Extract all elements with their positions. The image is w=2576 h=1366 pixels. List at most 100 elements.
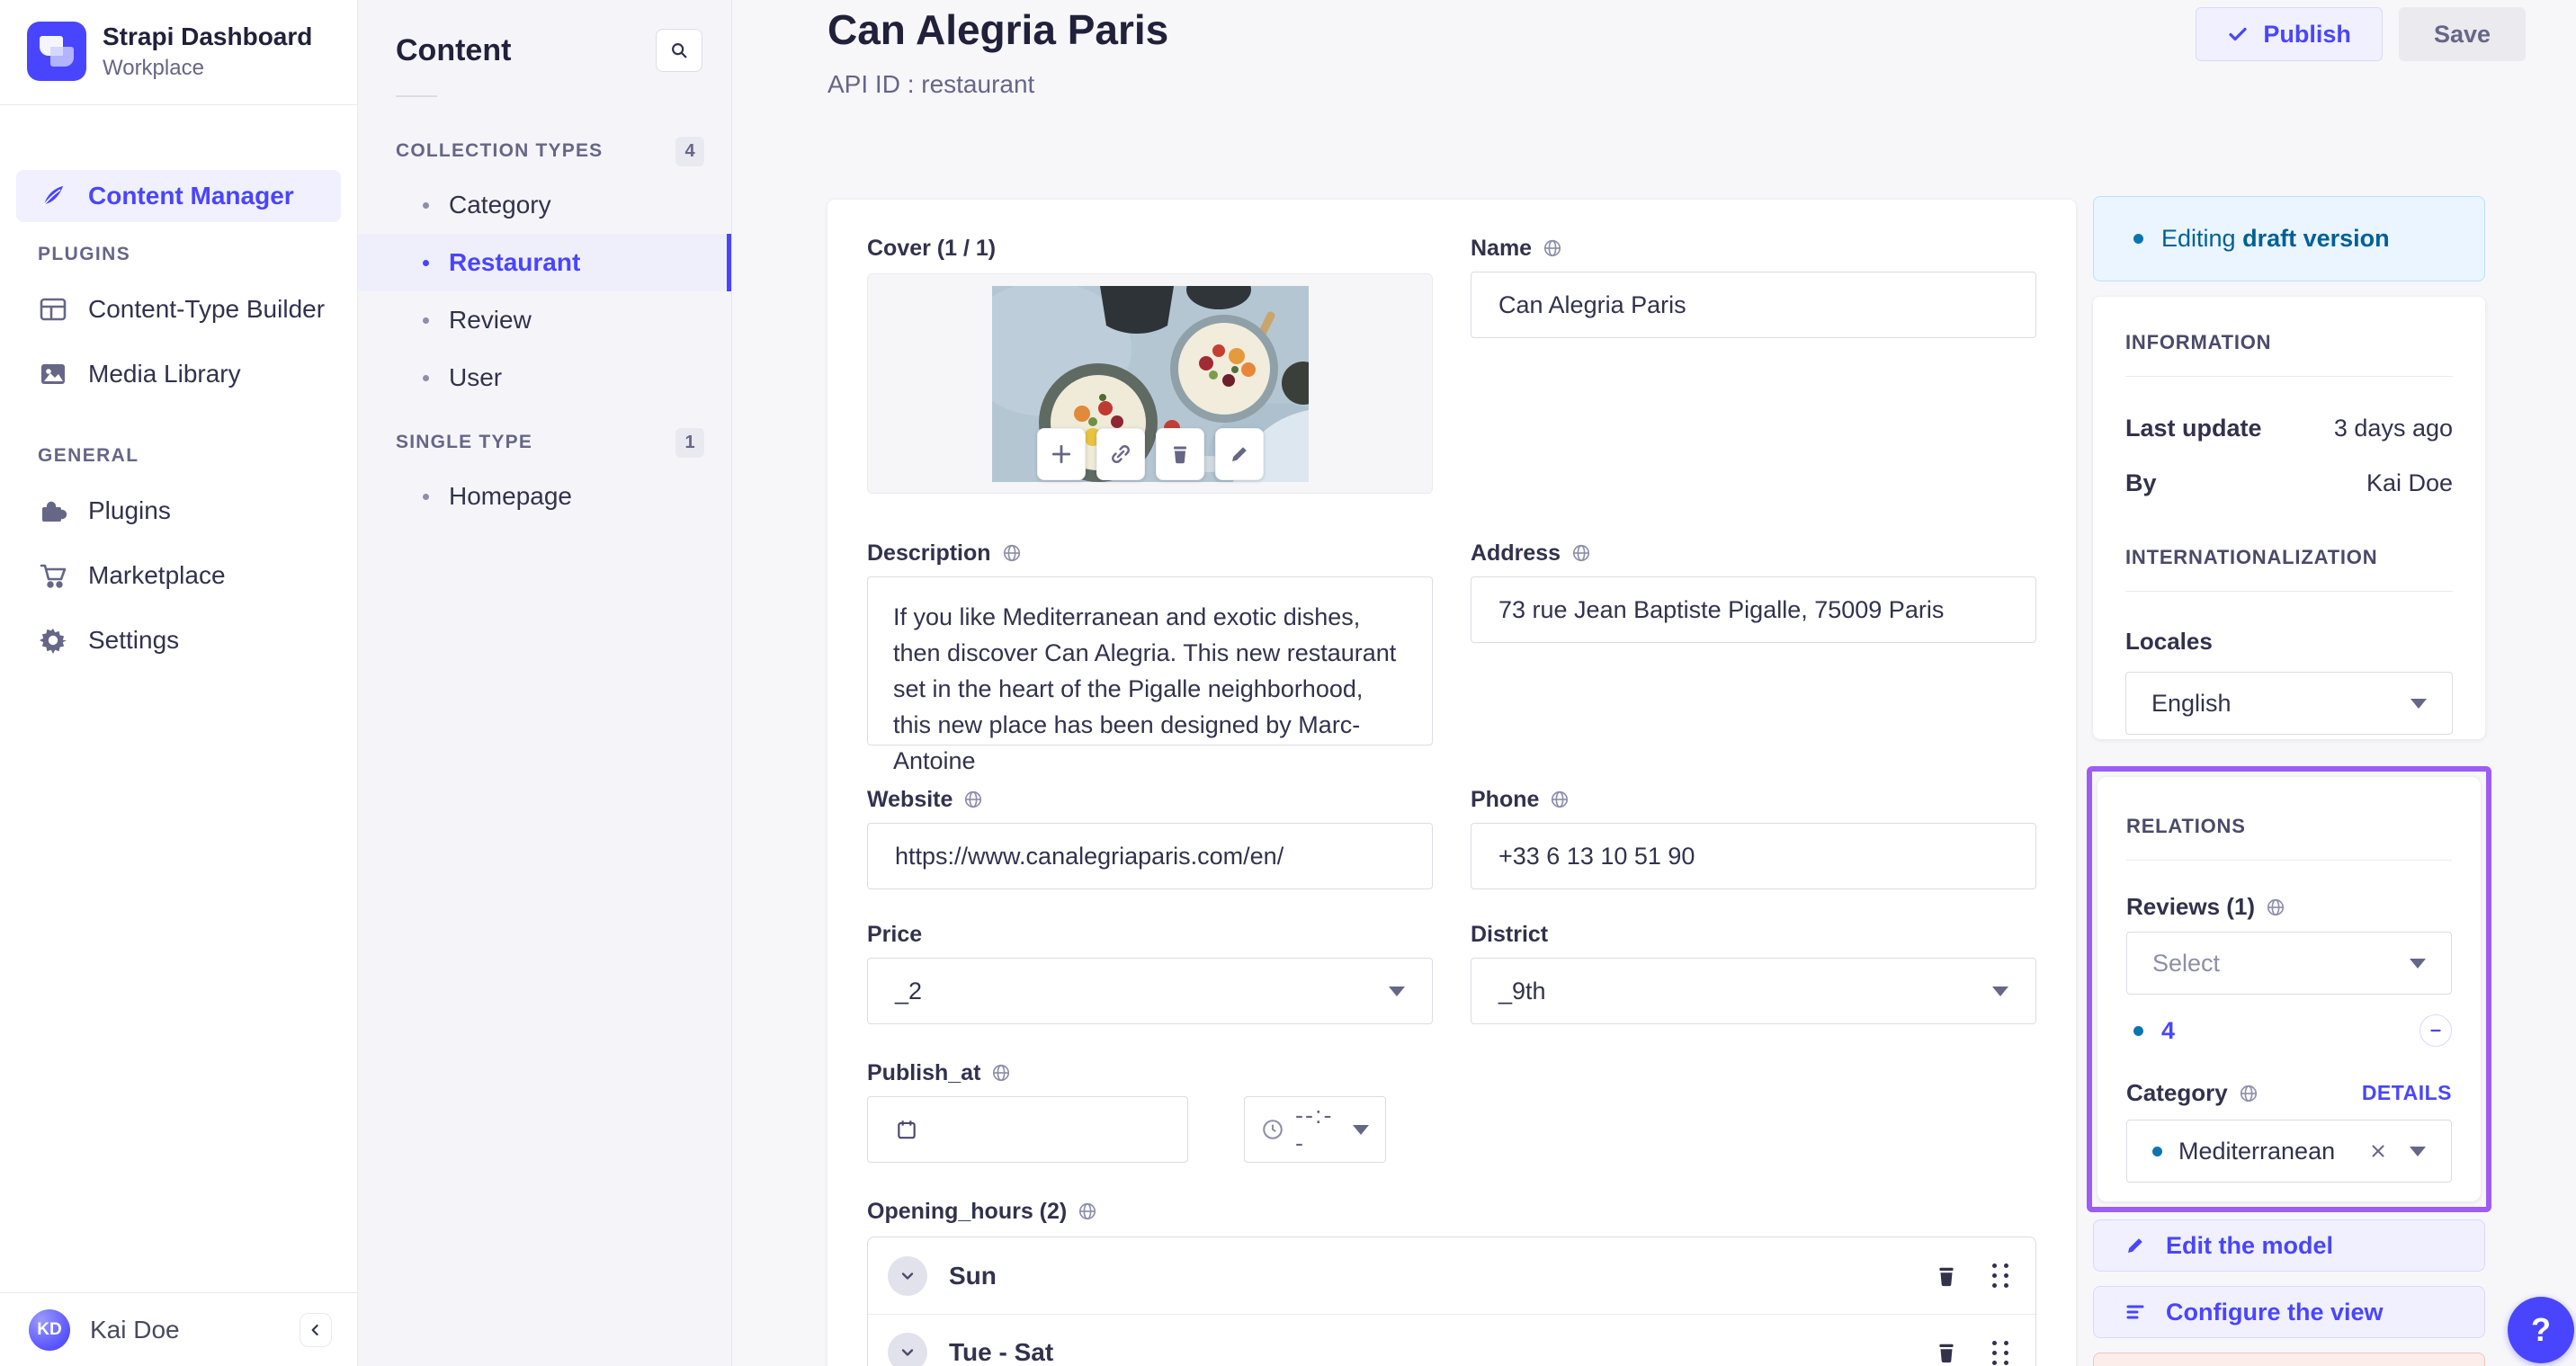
chevron-down-icon (1389, 986, 1405, 996)
layout-grid-icon (38, 294, 68, 325)
pencil-icon (2124, 1235, 2146, 1256)
globe-icon (1550, 790, 1570, 809)
price-select[interactable]: _2 (867, 958, 1433, 1024)
sidebar-item-label: Content Manager (88, 182, 294, 210)
edit-model-button[interactable]: Edit the model (2093, 1219, 2485, 1272)
information-title: INFORMATION (2125, 331, 2272, 353)
drag-handle-icon[interactable] (1992, 1340, 2008, 1365)
calendar-icon (895, 1118, 918, 1141)
clear-icon[interactable] (2368, 1141, 2388, 1161)
price-value: _2 (895, 977, 923, 1004)
bullet-icon (423, 259, 429, 266)
sidebar-item-content-manager[interactable]: Content Manager (16, 170, 341, 222)
opening-hours-row-label: Tue - Sat (949, 1338, 1054, 1366)
name-label: Name (1471, 235, 1533, 261)
internationalization-title: INTERNATIONALIZATION (2125, 546, 2378, 568)
draft-status-banner: Editing draft version (2093, 196, 2485, 281)
globe-icon (963, 790, 983, 809)
reviews-relation-select[interactable]: Select (2126, 932, 2452, 995)
trash-icon[interactable] (1935, 1264, 1958, 1288)
name-input[interactable]: Can Alegria Paris (1471, 272, 2036, 338)
bullet-icon (423, 374, 429, 381)
sidebar-item-label: Settings (88, 626, 180, 654)
category-relation-select[interactable]: Mediterranean (2126, 1120, 2452, 1183)
description-textarea[interactable]: If you like Mediterranean and exotic dis… (867, 576, 1433, 774)
subnav-item-label: User (449, 363, 503, 391)
strapi-app: Strapi Dashboard Workplace Content Manag… (0, 0, 2576, 1366)
trash-icon[interactable] (1935, 1341, 1958, 1364)
locales-label: Locales (2125, 628, 2213, 655)
group-title-collection-types: COLLECTION TYPES (396, 140, 604, 161)
reviews-placeholder: Select (2152, 949, 2221, 977)
main-sidebar: Strapi Dashboard Workplace Content Manag… (0, 0, 358, 1366)
chevron-down-icon (899, 1267, 917, 1285)
sidebar-item-settings[interactable]: Settings (16, 614, 341, 666)
save-button[interactable]: Save (2398, 7, 2526, 61)
time-placeholder: --:-- (1295, 1102, 1334, 1156)
website-input[interactable]: https://www.canalegriaparis.com/en/ (867, 823, 1433, 889)
details-link[interactable]: DETAILS (2362, 1081, 2452, 1105)
check-icon (2227, 23, 2249, 45)
district-select[interactable]: _9th (1471, 958, 2036, 1024)
delete-entry-button[interactable] (2093, 1353, 2485, 1366)
address-input[interactable]: 73 rue Jean Baptiste Pigalle, 75009 Pari… (1471, 576, 2036, 643)
remove-relation-button[interactable] (2419, 1014, 2452, 1047)
app-title: Strapi Dashboard (103, 22, 313, 51)
locale-value: English (2151, 689, 2232, 717)
drag-handle-icon[interactable] (1992, 1263, 2008, 1288)
search-icon (669, 40, 689, 60)
configure-view-label: Configure the view (2166, 1298, 2384, 1326)
sidebar-item-media-library[interactable]: Media Library (16, 348, 341, 400)
sidebar-item-label: Marketplace (88, 561, 226, 589)
chevron-down-icon (1992, 986, 2008, 996)
sidebar-item-content-type-builder[interactable]: Content-Type Builder (16, 283, 341, 335)
subnav-item-homepage[interactable]: Homepage (358, 468, 731, 525)
copy-link-button[interactable] (1096, 427, 1145, 480)
workspace-header[interactable]: Strapi Dashboard Workplace (0, 0, 357, 104)
configure-view-button[interactable]: Configure the view (2093, 1286, 2485, 1338)
publish-at-time-input[interactable]: --:-- (1244, 1096, 1386, 1163)
subnav-item-user[interactable]: User (358, 349, 731, 406)
sidebar-item-marketplace[interactable]: Marketplace (16, 549, 341, 602)
expand-accordion-button[interactable] (888, 1255, 927, 1296)
expand-accordion-button[interactable] (888, 1333, 927, 1366)
cart-icon (38, 560, 68, 591)
subnav-item-restaurant[interactable]: Restaurant (358, 234, 731, 291)
chevron-down-icon (2411, 698, 2427, 709)
chevron-left-icon (307, 1321, 325, 1339)
divider (2126, 860, 2452, 861)
locale-select[interactable]: English (2125, 672, 2453, 735)
add-media-button[interactable] (1036, 427, 1086, 480)
chevron-down-icon (2410, 958, 2426, 969)
review-relation-item[interactable]: 4 (2161, 1017, 2175, 1045)
sidebar-section-general: GENERAL (38, 445, 139, 466)
link-icon (1110, 443, 1131, 465)
count-badge: 1 (675, 427, 704, 458)
publish-button[interactable]: Publish (2196, 7, 2383, 61)
help-button[interactable]: ? (2508, 1297, 2574, 1363)
reviews-label: Reviews (1) (2126, 893, 2256, 920)
phone-input[interactable]: +33 6 13 10 51 90 (1471, 823, 2036, 889)
avatar[interactable]: KD (29, 1308, 70, 1351)
divider (2125, 376, 2453, 377)
chevron-down-icon (899, 1344, 917, 1362)
subnav-item-category[interactable]: Category (358, 176, 731, 234)
edit-media-button[interactable] (1214, 427, 1264, 480)
sidebar-footer: KD Kai Doe (0, 1292, 357, 1366)
gear-icon (38, 625, 68, 656)
edit-form-card: Cover (1 / 1) Name Can Alegria Paris Des… (827, 200, 2076, 1366)
group-title-single-type: SINGLE TYPE (396, 432, 533, 452)
bullet-icon (423, 493, 429, 500)
subnav-item-label: Restaurant (449, 248, 581, 276)
search-button[interactable] (656, 29, 702, 72)
collapse-sidebar-button[interactable] (300, 1312, 332, 1347)
subnav-item-review[interactable]: Review (358, 291, 731, 349)
publish-at-date-input[interactable] (867, 1096, 1188, 1163)
cover-label: Cover (1 / 1) (867, 235, 997, 261)
delete-media-button[interactable] (1155, 427, 1204, 480)
bullet-icon (423, 201, 429, 209)
status-emphasis: draft version (2242, 225, 2390, 252)
sidebar-item-plugins[interactable]: Plugins (16, 485, 341, 537)
draft-dot-icon (2152, 1146, 2162, 1156)
status-dot-icon (2133, 234, 2143, 244)
